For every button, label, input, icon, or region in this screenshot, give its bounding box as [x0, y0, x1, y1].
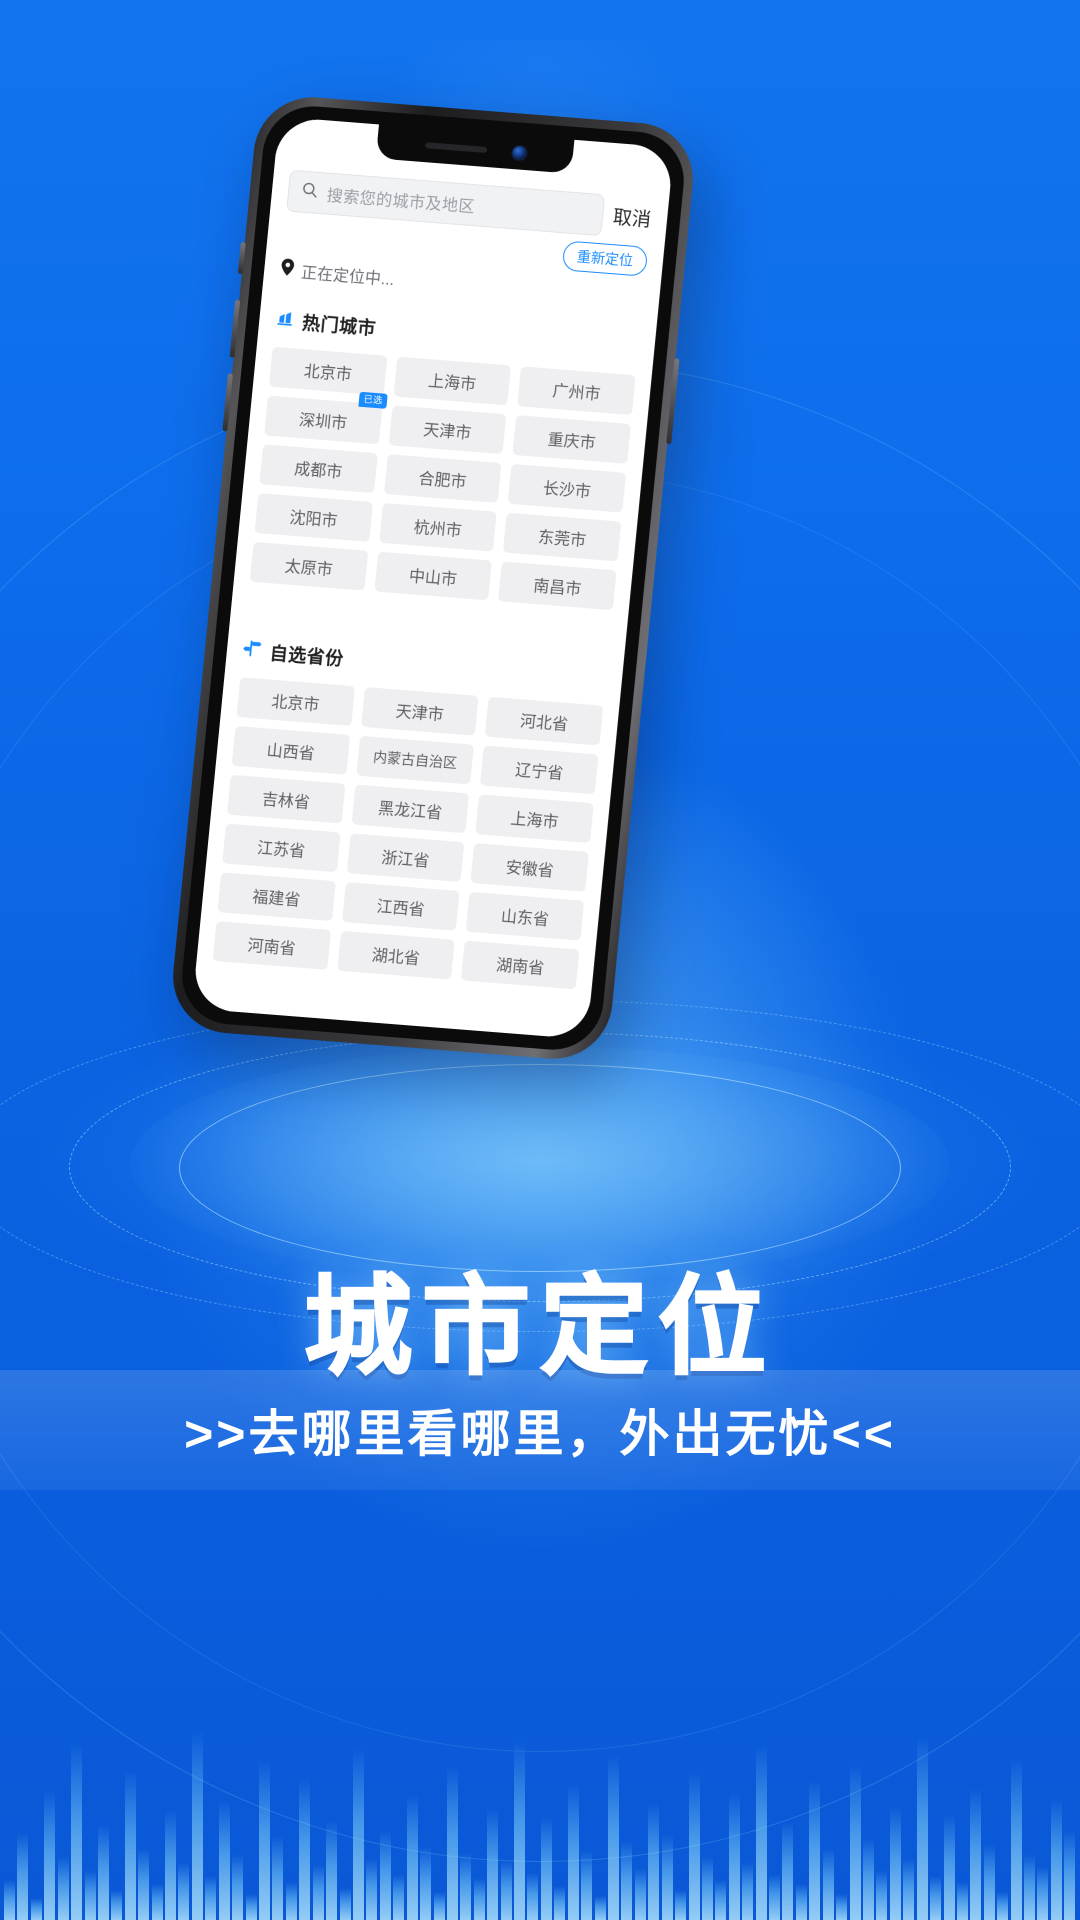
hot-city-chip-label: 合肥市 — [417, 470, 468, 492]
hot-city-chip[interactable]: 上海市 — [393, 356, 512, 406]
province-chip-label: 浙江省 — [380, 849, 431, 871]
province-chip[interactable]: 上海市 — [475, 794, 594, 844]
province-chip[interactable]: 安徽省 — [470, 843, 589, 892]
province-chip-label: 安徽省 — [504, 859, 555, 881]
hot-cities-title: 热门城市 — [301, 313, 378, 339]
phone-bezel: 搜索您的城市及地区 取消 重新定位 正在定位中... 热门城市 北京市 上海市 … — [177, 102, 689, 1054]
hot-city-chip-label: 广州市 — [551, 382, 602, 404]
phone-screen: 搜索您的城市及地区 取消 重新定位 正在定位中... 热门城市 北京市 上海市 … — [191, 116, 675, 1040]
province-chip-label: 辽宁省 — [514, 762, 564, 783]
province-chip[interactable]: 山东省 — [465, 891, 585, 941]
hot-city-chip[interactable]: 天津市 — [388, 405, 507, 455]
signpost-icon — [242, 638, 263, 663]
hot-city-chip[interactable]: 合肥市 — [383, 454, 502, 503]
province-chip-label: 山西省 — [265, 742, 316, 764]
province-chip[interactable]: 山西省 — [231, 725, 350, 775]
hot-city-chip-label: 沈阳市 — [288, 509, 339, 531]
province-chip[interactable]: 湖南省 — [461, 940, 580, 990]
province-chip-label: 内蒙古自治区 — [372, 748, 458, 772]
province-chip-label: 山东省 — [500, 908, 550, 930]
province-chip[interactable]: 湖北省 — [336, 930, 456, 980]
province-chip[interactable]: 内蒙古自治区 — [356, 735, 475, 785]
hot-city-chip[interactable]: 沈阳市 — [254, 493, 373, 542]
phone-mute-switch — [237, 241, 246, 275]
province-chip[interactable]: 辽宁省 — [480, 745, 599, 795]
province-chip[interactable]: 天津市 — [360, 686, 480, 736]
hot-city-chip-label: 北京市 — [302, 363, 353, 384]
hot-city-chip-label: 杭州市 — [412, 519, 463, 541]
provinces-title: 自选省份 — [268, 643, 345, 670]
hot-city-chip[interactable]: 北京市 — [268, 346, 388, 396]
hot-city-chip-label: 天津市 — [422, 421, 473, 443]
province-chip[interactable]: 河北省 — [485, 696, 604, 746]
province-chip[interactable]: 江西省 — [341, 882, 460, 931]
hot-city-chip-label: 南昌市 — [532, 577, 583, 599]
province-chip-label: 上海市 — [509, 810, 560, 832]
hot-city-chip-label: 上海市 — [427, 373, 477, 394]
province-chip[interactable]: 北京市 — [236, 677, 355, 726]
phone-power-button — [666, 358, 680, 445]
building-icon — [274, 308, 295, 333]
province-chip[interactable]: 河南省 — [212, 921, 331, 970]
hot-city-chip[interactable]: 长沙市 — [507, 463, 627, 513]
search-placeholder: 搜索您的城市及地区 — [325, 187, 476, 217]
province-chip-label: 吉林省 — [261, 791, 311, 812]
search-icon — [300, 181, 319, 204]
hot-city-chip-label: 成都市 — [293, 460, 343, 482]
front-camera-icon — [511, 145, 527, 160]
province-chip-label: 北京市 — [270, 693, 321, 715]
province-chip-label: 福建省 — [251, 888, 302, 910]
hot-city-chip-label: 长沙市 — [542, 480, 592, 502]
province-chip-label: 湖南省 — [495, 957, 545, 978]
phone-mockup: 搜索您的城市及地区 取消 重新定位 正在定位中... 热门城市 北京市 上海市 … — [167, 92, 699, 1064]
hot-cities-grid: 北京市 上海市 广州市 深圳市 已选 天津市 重庆市 成都市 合肥市 长沙市 沈阳市 杭州市 东莞市 太原… — [249, 346, 636, 611]
city-picker-app: 搜索您的城市及地区 取消 重新定位 正在定位中... 热门城市 北京市 上海市 … — [191, 116, 675, 1040]
selected-badge: 已选 — [358, 391, 388, 409]
hot-city-chip[interactable]: 东莞市 — [503, 512, 622, 562]
province-chip-label: 河南省 — [246, 937, 297, 959]
hot-city-chip[interactable]: 广州市 — [517, 366, 636, 416]
province-chip[interactable]: 浙江省 — [346, 833, 465, 883]
hot-city-chip-label: 重庆市 — [546, 431, 597, 453]
province-chip-label: 江苏省 — [256, 840, 306, 861]
province-chip[interactable]: 黑龙江省 — [351, 784, 470, 834]
location-pin-icon — [279, 258, 295, 281]
province-chip-label: 黑龙江省 — [377, 800, 443, 823]
phone-frame: 搜索您的城市及地区 取消 重新定位 正在定位中... 热门城市 北京市 上海市 … — [167, 92, 699, 1064]
poster-background: 搜索您的城市及地区 取消 重新定位 正在定位中... 热门城市 北京市 上海市 … — [0, 0, 1080, 1920]
province-chip[interactable]: 吉林省 — [226, 774, 346, 824]
hot-city-chip-label: 太原市 — [283, 558, 334, 580]
earpiece-speaker-icon — [424, 142, 487, 153]
cancel-button[interactable]: 取消 — [612, 202, 653, 234]
province-chip-label: 江西省 — [375, 898, 426, 920]
hot-city-chip-label: 东莞市 — [537, 529, 587, 550]
province-chip[interactable]: 江苏省 — [222, 823, 341, 873]
province-chip[interactable]: 福建省 — [217, 872, 336, 922]
hot-city-chip[interactable]: 成都市 — [259, 444, 378, 494]
phone-volume-down — [222, 373, 233, 432]
hot-city-chip-label: 中山市 — [408, 568, 458, 589]
province-chip-label: 天津市 — [394, 703, 445, 725]
hot-city-chip[interactable]: 深圳市 已选 — [264, 391, 388, 445]
relocate-button[interactable]: 重新定位 — [561, 240, 649, 277]
hot-city-chip-label: 深圳市 — [298, 412, 348, 433]
subtitle-banner: >>去哪里看哪里，外出无忧<< — [0, 1370, 1080, 1490]
provinces-grid: 北京市 天津市 河北省山西省 内蒙古自治区辽宁省吉林省 黑龙江省 上海市江苏省 浙江省 安徽省… — [212, 677, 604, 990]
hot-city-chip[interactable]: 杭州市 — [378, 502, 498, 552]
equalizer-decoration — [0, 1500, 1080, 1920]
province-chip-label: 湖北省 — [370, 947, 421, 969]
phone-volume-up — [229, 299, 241, 358]
province-chip-label: 河北省 — [519, 713, 569, 734]
subtitle-text: >>去哪里看哪里，外出无忧<< — [184, 1406, 896, 1462]
hot-city-chip[interactable]: 重庆市 — [512, 415, 631, 464]
locating-text: 正在定位中... — [300, 264, 396, 290]
